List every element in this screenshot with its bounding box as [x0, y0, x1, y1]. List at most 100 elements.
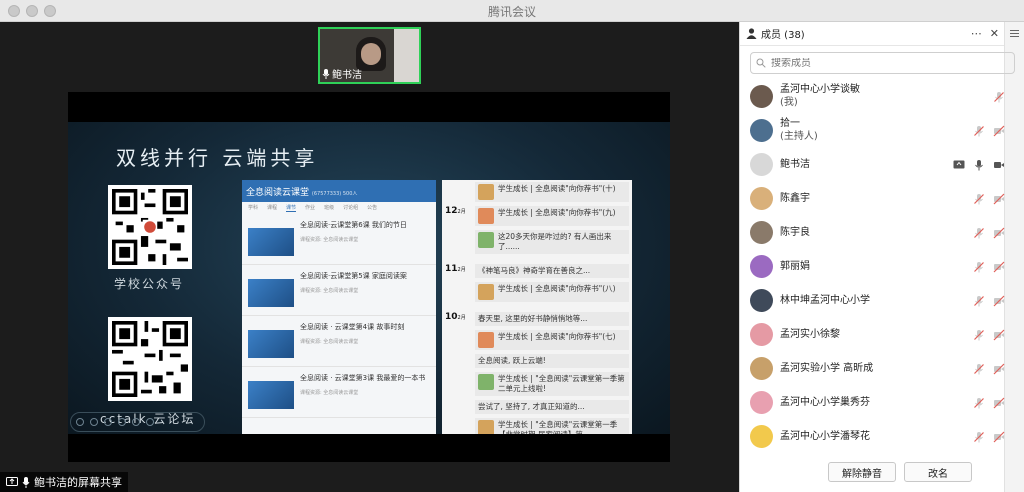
feed-date: 122月 [445, 206, 471, 226]
member-name-block: 郭丽娟 [780, 260, 810, 273]
member-row[interactable]: 孟河实验小学 高昕成 [740, 352, 1005, 386]
prev-slide-icon[interactable] [76, 418, 84, 426]
unmute-all-button[interactable]: 解除静音 [828, 462, 896, 482]
more-options-icon[interactable]: ⋯ [971, 27, 982, 40]
muted-microphone-icon[interactable] [973, 193, 985, 205]
muted-microphone-icon[interactable] [973, 397, 985, 409]
share-letterbox-bottom [68, 434, 670, 462]
camera-off-icon[interactable] [993, 397, 1005, 409]
pen-icon[interactable] [104, 418, 112, 426]
slideshow-controls[interactable] [70, 412, 205, 432]
member-status-icons [973, 363, 1005, 375]
camera-off-icon[interactable] [993, 193, 1005, 205]
members-header: 成员 (38) ⋯ ✕ [740, 22, 1005, 46]
more-icon[interactable] [146, 418, 154, 426]
member-status-icons [973, 329, 1005, 341]
member-name: 林中坤孟河中心小学 [780, 295, 870, 306]
next-slide-icon[interactable] [90, 418, 98, 426]
muted-microphone-icon[interactable] [973, 431, 985, 443]
qr-caption-school: 学校公众号 [114, 277, 185, 291]
feed-month: 2月 [457, 209, 466, 215]
muted-microphone-icon[interactable] [973, 363, 985, 375]
muted-microphone-icon[interactable] [973, 227, 985, 239]
member-row[interactable]: 孟河中心小学巢秀芬 [740, 386, 1005, 420]
grid-icon[interactable] [118, 418, 126, 426]
member-name: 孟河实验小学 高昕成 [780, 363, 874, 374]
camera-off-icon[interactable] [993, 125, 1005, 137]
muted-microphone-icon[interactable] [973, 295, 985, 307]
course-title: 全息阅读·云课堂第6课 我们的节日 [300, 221, 407, 229]
member-row[interactable]: 孟河中心小学潘琴花 [740, 420, 1005, 454]
member-row[interactable]: 鲍书洁 [740, 148, 1005, 182]
feed-item: 122月 学生成长 | 全息阅读"向你荐书"(九) [442, 204, 632, 228]
rename-button[interactable]: 改名 [904, 462, 972, 482]
avatar [750, 289, 773, 312]
avatar [750, 323, 773, 346]
camera-off-icon[interactable] [993, 431, 1005, 443]
member-row[interactable]: 郭丽娟 [740, 250, 1005, 284]
course-thumbnail [248, 279, 294, 307]
feed-item: 全息阅读, 跃上云端! [442, 352, 632, 370]
member-row[interactable]: 林中坤孟河中心小学 [740, 284, 1005, 318]
member-row[interactable]: 陈宇良 [740, 216, 1005, 250]
course-group-header: 全息阅读云课堂 (67577333) 500人 [242, 180, 436, 202]
member-name-block: 拾一 (主持人) [780, 117, 818, 143]
shared-slide: 双线并行 云端共享 学校公众号 cctalk 云论坛 全息阅读云课堂 (6757… [68, 122, 670, 434]
member-row[interactable]: 孟河中心小学谈敏 (我) [740, 80, 1005, 114]
zoom-icon[interactable] [132, 418, 140, 426]
avatar [750, 153, 773, 176]
window-title: 腾讯会议 [487, 5, 536, 19]
feed-text: 春天里, 这里的好书静悄悄地等... [478, 314, 588, 323]
camera-off-icon[interactable] [993, 329, 1005, 341]
feed-day: 10 [445, 312, 458, 322]
course-item: 全息阅读·云课堂第6课 我们的节日 课程资源: 全息阅读云课堂 [242, 214, 436, 265]
muted-microphone-icon[interactable] [973, 261, 985, 273]
member-name-block: 孟河中心小学谈敏 (我) [780, 83, 860, 109]
course-tab: 讨论组 [343, 205, 359, 211]
feed-text: 学生成长 | 全息阅读"向你荐书"(九) [498, 208, 616, 217]
member-row[interactable]: 孟河实小徐黎 [740, 318, 1005, 352]
member-row[interactable]: 陈鑫宇 [740, 182, 1005, 216]
screen-share-label-text: 鲍书洁的屏幕共享 [34, 476, 122, 489]
camera-off-icon[interactable] [993, 261, 1005, 273]
qr-code-school [108, 185, 192, 269]
camera-off-icon[interactable] [993, 363, 1005, 375]
muted-microphone-icon[interactable] [973, 125, 985, 137]
close-icon[interactable]: ✕ [990, 27, 999, 40]
member-status-icons [973, 261, 1005, 273]
video-background [394, 29, 419, 82]
speaker-video-tile[interactable]: 鲍书洁 [318, 27, 421, 84]
avatar [750, 391, 773, 414]
course-group-meta: (67577333) 500人 [311, 191, 358, 197]
qr-code-image [112, 189, 188, 265]
microphone-icon[interactable] [973, 159, 985, 171]
qr-code-cctalk [108, 317, 192, 401]
muted-microphone-icon[interactable] [993, 91, 1005, 103]
camera-off-icon[interactable] [993, 295, 1005, 307]
camera-icon[interactable] [993, 159, 1005, 171]
member-search[interactable] [750, 52, 1015, 74]
member-status-icons [993, 91, 1005, 103]
app-window: 腾讯会议 鲍书洁 双线并行 云端共享 学校公众号 cctalk 云论坛 全息阅读… [0, 0, 1024, 492]
avatar [750, 255, 773, 278]
search-input[interactable] [771, 57, 991, 69]
muted-microphone-icon[interactable] [973, 329, 985, 341]
feed-text: 《神笔马良》神奇学育在善良之... [478, 266, 591, 275]
course-thumbnail [248, 330, 294, 358]
feed-item: 学生成长 | 全息阅读"向你荐书"(八) [442, 280, 632, 304]
feed-day: 12 [445, 206, 458, 216]
feed-item: 尝试了, 坚持了, 才真正知道的... [442, 398, 632, 416]
course-thumbnail [248, 381, 294, 409]
course-thumbnail [248, 228, 294, 256]
member-name: 陈宇良 [780, 227, 810, 238]
camera-off-icon[interactable] [993, 227, 1005, 239]
member-row[interactable]: 拾一 (主持人) [740, 114, 1005, 148]
course-title: 全息阅读·云课堂第5课 家庭阅读案 [300, 272, 407, 280]
feed-text: 学生成长 | 全息阅读"向你荐书"(八) [498, 284, 616, 293]
screen-share-label: 鲍书洁的屏幕共享 [0, 472, 128, 492]
avatar [750, 85, 773, 108]
course-tab: 课程 [267, 205, 278, 211]
course-meta: 课程资源: 全息阅读云课堂 [300, 288, 359, 294]
screen-share-icon [953, 160, 965, 169]
menu-icon[interactable] [1010, 30, 1019, 31]
